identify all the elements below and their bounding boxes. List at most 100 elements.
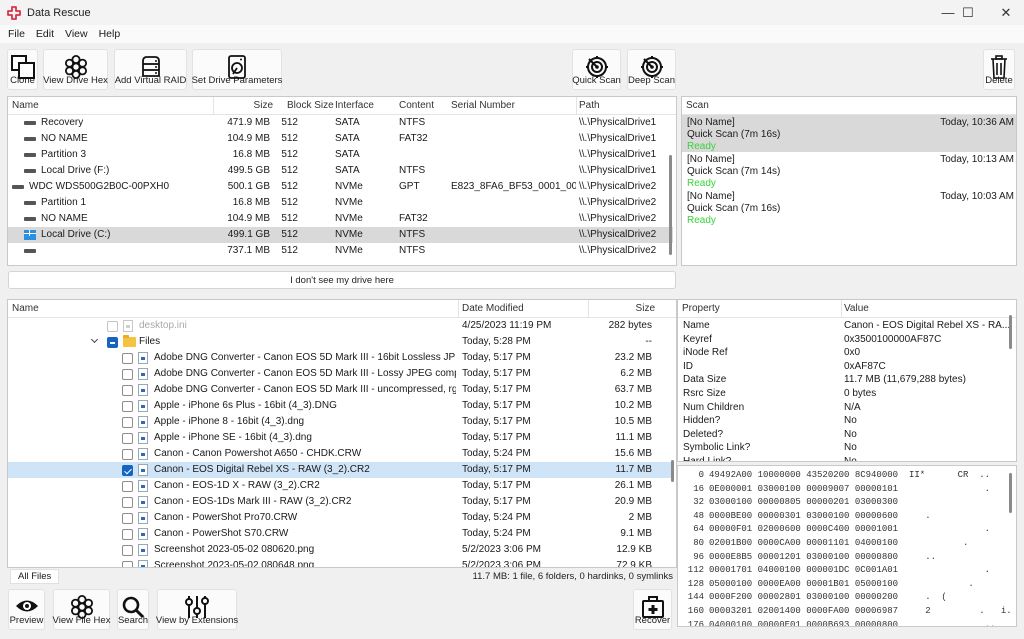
file-row[interactable]: Canon - PowerShot S70.CRW Today, 5:24 PM 9… bbox=[8, 526, 673, 542]
file-checkbox[interactable] bbox=[122, 449, 133, 460]
file-row[interactable]: Canon - Canon Powershot A650 - CHDK.CRW T… bbox=[8, 446, 673, 462]
file-checkbox[interactable] bbox=[122, 433, 133, 444]
preview-button[interactable]: Preview bbox=[8, 589, 45, 630]
col-serial-number[interactable]: Serial Number bbox=[451, 100, 515, 111]
file-row[interactable]: desktop.ini 4/25/2023 11:19 PM 282 bytes bbox=[8, 318, 673, 334]
file-checkbox[interactable] bbox=[122, 465, 133, 476]
drive-row[interactable]: Local Drive (C:) 499.1 GB 512 NVMe NTFS \\.\P… bbox=[8, 227, 673, 243]
col-size[interactable]: Size bbox=[254, 100, 273, 111]
drive-row[interactable]: Local Drive (F:) 499.5 GB 512 SATA NTFS \\.\P… bbox=[8, 163, 673, 179]
scan-item[interactable]: [No Name] Quick Scan (7m 14s) Ready Today, … bbox=[682, 152, 1016, 189]
col-file-name[interactable]: Name bbox=[12, 303, 39, 314]
file-checkbox[interactable] bbox=[122, 385, 133, 396]
dont-see-drive-button[interactable]: I don't see my drive here bbox=[8, 271, 676, 289]
scan-list-header: Scan bbox=[682, 97, 1016, 115]
hard-drive-icon bbox=[228, 55, 246, 79]
view-by-extensions-button[interactable]: View by Extensions bbox=[156, 589, 238, 630]
hex-row: 48 0000BE00 00000301 03000100 00000600 . bbox=[678, 510, 1016, 524]
drive-name: NO NAME bbox=[41, 133, 88, 144]
file-row[interactable]: Apple - iPhone 8 - 16bit (4_3).dng Today,… bbox=[8, 414, 673, 430]
drive-row[interactable]: Partition 1 16.8 MB 512 NVMe \\.\PhysicalDri… bbox=[8, 195, 673, 211]
drive-row[interactable]: WDC WDS500G2B0C-00PXH0 500.1 GB 512 NVMe GPT… bbox=[8, 179, 673, 195]
file-row[interactable]: Canon - EOS-1Ds Mark III - RAW (3_2).CR2… bbox=[8, 494, 673, 510]
drive-list-scrollbar[interactable] bbox=[669, 155, 672, 255]
file-date: Today, 5:17 PM bbox=[462, 352, 531, 363]
file-size: 10.2 MB bbox=[614, 400, 652, 411]
hex-ascii: II* CR .. bbox=[909, 470, 991, 480]
file-row[interactable]: Files Today, 5:28 PM -- bbox=[8, 334, 673, 350]
menu-view[interactable]: View bbox=[61, 28, 95, 40]
file-row[interactable]: Screenshot 2023-05-02 080620.png 5/2/2023… bbox=[8, 542, 673, 558]
file-checkbox[interactable] bbox=[122, 513, 133, 524]
add-virtual-raid-button[interactable]: Add Virtual RAID bbox=[114, 49, 187, 90]
file-row[interactable]: Canon - PowerShot Pro70.CRW Today, 5:24 P… bbox=[8, 510, 673, 526]
file-row[interactable]: Adobe DNG Converter - Canon EOS 5D Mark … bbox=[8, 382, 673, 398]
col-date-modified[interactable]: Date Modified bbox=[462, 303, 524, 314]
menu-file[interactable]: File bbox=[4, 28, 32, 40]
selection-status: 11.7 MB: 1 file, 6 folders, 0 hardinks, … bbox=[472, 571, 673, 582]
view-drive-hex-button[interactable]: View Drive Hex bbox=[43, 49, 108, 90]
col-block-size[interactable]: Block Size bbox=[287, 100, 334, 111]
drive-name: Local Drive (F:) bbox=[41, 165, 110, 176]
col-name[interactable]: Name bbox=[12, 100, 39, 111]
quick-scan-button[interactable]: Quick Scan bbox=[572, 49, 621, 90]
file-row[interactable]: Apple - iPhone 6s Plus - 16bit (4_3).DNG… bbox=[8, 398, 673, 414]
maximize-button[interactable]: ☐ bbox=[950, 0, 986, 25]
col-file-size[interactable]: Size bbox=[636, 303, 655, 314]
col-path[interactable]: Path bbox=[579, 100, 600, 111]
property-key: Rsrc Size bbox=[683, 388, 726, 399]
col-content[interactable]: Content bbox=[399, 100, 434, 111]
delete-button[interactable]: Delete bbox=[983, 49, 1015, 90]
file-checkbox[interactable] bbox=[122, 417, 133, 428]
drive-row[interactable]: 737.1 MB 512 NVMe NTFS \\.\PhysicalDrive2 bbox=[8, 243, 673, 259]
file-row[interactable]: Adobe DNG Converter - Canon EOS 5D Mark … bbox=[8, 350, 673, 366]
file-checkbox[interactable] bbox=[107, 321, 118, 332]
menu-help[interactable]: Help bbox=[95, 28, 128, 40]
chevron-down-icon[interactable] bbox=[90, 335, 99, 344]
file-row[interactable]: Apple - iPhone SE - 16bit (4_3).dng Today… bbox=[8, 430, 673, 446]
file-checkbox[interactable] bbox=[107, 337, 118, 348]
menu-edit[interactable]: Edit bbox=[32, 28, 61, 40]
hex-offset: 80 bbox=[693, 538, 704, 548]
file-date: Today, 5:17 PM bbox=[462, 496, 531, 507]
file-checkbox[interactable] bbox=[122, 497, 133, 508]
view-file-hex-button[interactable]: View File Hex bbox=[53, 589, 110, 630]
set-drive-parameters-button[interactable]: Set Drive Parameters bbox=[192, 49, 282, 90]
drive-row[interactable]: Recovery 471.9 MB 512 SATA NTFS \\.\PhysicalD… bbox=[8, 115, 673, 131]
drive-row[interactable]: Partition 3 16.8 MB 512 SATA \\.\PhysicalDri… bbox=[8, 147, 673, 163]
file-checkbox[interactable] bbox=[122, 529, 133, 540]
file-checkbox[interactable] bbox=[122, 401, 133, 412]
col-interface[interactable]: Interface bbox=[335, 100, 374, 111]
file-checkbox[interactable] bbox=[122, 353, 133, 364]
properties-scrollbar[interactable] bbox=[1009, 315, 1012, 349]
file-checkbox[interactable] bbox=[122, 545, 133, 556]
scan-status: Ready bbox=[687, 215, 716, 226]
file-checkbox[interactable] bbox=[122, 369, 133, 380]
file-row[interactable]: Canon - EOS Digital Rebel XS - RAW (3_2)… bbox=[8, 462, 673, 478]
drive-row[interactable]: NO NAME 104.9 MB 512 SATA FAT32 \\.\PhysicalD… bbox=[8, 131, 673, 147]
file-row[interactable]: Canon - EOS-1D X - RAW (3_2).CR2 Today, 5… bbox=[8, 478, 673, 494]
file-list-scrollbar[interactable] bbox=[671, 460, 674, 482]
file-row[interactable]: Screenshot 2023-05-02 080648.png 5/2/2023… bbox=[8, 558, 673, 567]
first-aid-kit-icon bbox=[641, 596, 664, 618]
close-button[interactable]: ✕ bbox=[988, 0, 1024, 25]
drive-block-size: 512 bbox=[281, 165, 298, 176]
scan-item[interactable]: [No Name] Quick Scan (7m 16s) Ready Today, … bbox=[682, 189, 1016, 226]
recover-button[interactable]: Recover bbox=[633, 589, 672, 630]
hex-bytes: 05000100 0000EA00 00001B01 05000100 bbox=[709, 578, 899, 589]
col-scan: Scan bbox=[686, 100, 709, 111]
hex-scrollbar[interactable] bbox=[1009, 473, 1012, 513]
hex-offset: 64 bbox=[693, 524, 704, 535]
file-size: 2 MB bbox=[628, 512, 652, 523]
file-row[interactable]: Adobe DNG Converter - Canon EOS 5D Mark … bbox=[8, 366, 673, 382]
drive-content: NTFS bbox=[399, 245, 426, 256]
file-checkbox[interactable] bbox=[122, 561, 133, 567]
file-checkbox[interactable] bbox=[122, 481, 133, 492]
clone-button[interactable]: Clone bbox=[7, 49, 38, 90]
hex-ascii: . bbox=[909, 483, 991, 494]
drive-row[interactable]: NO NAME 104.9 MB 512 NVMe FAT32 \\.\PhysicalD… bbox=[8, 211, 673, 227]
scan-item[interactable]: [No Name] Quick Scan (7m 16s) Ready Today, … bbox=[682, 115, 1016, 152]
deep-scan-button[interactable]: Deep Scan bbox=[627, 49, 676, 90]
tab-all-files[interactable]: All Files bbox=[10, 569, 60, 584]
search-button[interactable]: Search bbox=[117, 589, 149, 630]
